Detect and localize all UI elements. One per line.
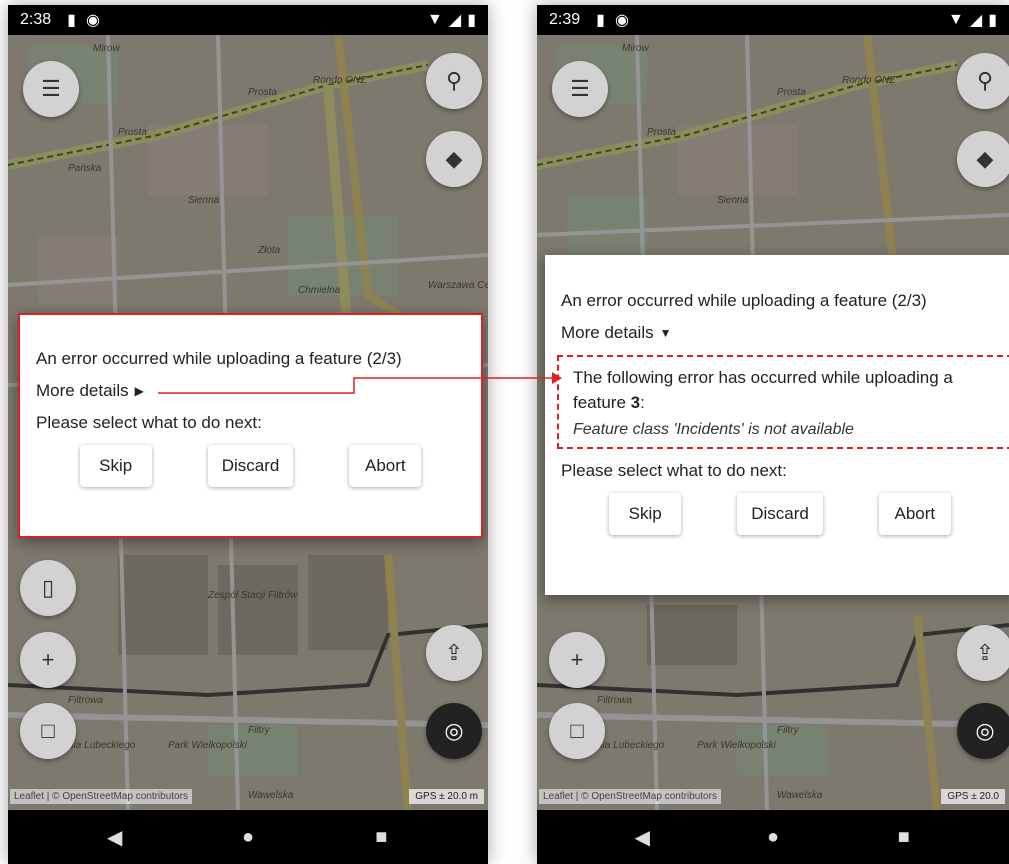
error-message: An error occurred while uploading a feat…: [36, 349, 402, 368]
locate-icon: ◎: [444, 718, 464, 743]
menu-icon: ☰: [41, 76, 61, 101]
vertex-icon: □: [41, 718, 55, 743]
caret-down-icon: ▼: [659, 326, 672, 340]
upload-icon: ⇪: [444, 640, 464, 665]
error-detail-text: The following error has occurred while u…: [573, 365, 997, 415]
feature-number: 3: [630, 393, 641, 412]
more-details-toggle[interactable]: More details ▼: [561, 323, 999, 343]
edit-vertices-button[interactable]: □: [549, 703, 605, 759]
status-time: 2:38: [20, 11, 52, 28]
map-attribution[interactable]: Leaflet | © OpenStreetMap contributors: [10, 789, 192, 804]
locate-icon: ◎: [975, 718, 995, 743]
discard-button[interactable]: Discard: [207, 445, 294, 487]
delete-button[interactable]: ▯: [20, 560, 76, 616]
wifi-icon: ▼: [948, 11, 964, 28]
signal-icon: ◢: [969, 12, 983, 29]
sd-card-icon: ▮: [67, 12, 76, 29]
dialog-actions: Skip Discard Abort: [36, 445, 465, 487]
layers-button[interactable]: ◆: [426, 131, 482, 187]
search-button[interactable]: ⚲: [957, 53, 1009, 109]
home-icon[interactable]: ●: [228, 826, 268, 849]
error-details-panel: The following error has occurred while u…: [557, 355, 1009, 449]
dialog-actions: Skip Discard Abort: [561, 493, 999, 535]
status-time: 2:39: [549, 11, 581, 28]
layers-button[interactable]: ◆: [957, 131, 1009, 187]
discard-button[interactable]: Discard: [737, 493, 823, 535]
phone-screen-left: 2:38 ▮ ◉ ▼ ◢ ▮ Mirow Prosta Prosta Rondo…: [8, 5, 488, 864]
error-detail-suffix: :: [640, 393, 645, 412]
more-details-label: More details: [561, 323, 654, 342]
recents-icon[interactable]: ■: [884, 826, 924, 849]
skip-button[interactable]: Skip: [79, 445, 152, 487]
battery-icon: ▮: [467, 12, 476, 29]
plus-icon: +: [41, 647, 55, 672]
search-button[interactable]: ⚲: [426, 53, 482, 109]
upload-error-dialog: An error occurred while uploading a feat…: [18, 313, 483, 538]
skip-button[interactable]: Skip: [609, 493, 682, 535]
layers-icon: ◆: [976, 146, 994, 171]
status-bar: 2:38 ▮ ◉ ▼ ◢ ▮: [8, 5, 488, 35]
upload-error-dialog: An error occurred while uploading a feat…: [545, 255, 1009, 595]
error-message: An error occurred while uploading a feat…: [561, 291, 927, 310]
menu-button[interactable]: ☰: [552, 61, 608, 117]
add-button[interactable]: +: [549, 632, 605, 688]
phone-screen-right: 2:39 ▮ ◉ ▼ ◢ ▮ Mirow Prosta Prosta Rondo…: [537, 5, 1009, 864]
map-attribution[interactable]: Leaflet | © OpenStreetMap contributors: [539, 789, 721, 804]
recents-icon[interactable]: ■: [361, 826, 401, 849]
more-details-toggle[interactable]: More details ▶: [36, 381, 465, 401]
home-icon[interactable]: ●: [753, 826, 793, 849]
battery-icon: ▮: [988, 12, 997, 29]
signal-icon: ◢: [448, 12, 462, 29]
search-icon: ⚲: [445, 68, 463, 93]
search-icon: ⚲: [976, 68, 994, 93]
upload-button[interactable]: ⇪: [957, 625, 1009, 681]
prompt-text: Please select what to do next:: [561, 461, 787, 480]
sd-card-icon: ▮: [596, 12, 605, 29]
status-bar: 2:39 ▮ ◉ ▼ ◢ ▮: [537, 5, 1009, 35]
edit-vertices-button[interactable]: □: [20, 703, 76, 759]
sync-icon: ◉: [614, 12, 629, 29]
trash-icon: ▯: [41, 575, 55, 600]
back-icon[interactable]: ◀: [95, 825, 135, 850]
wifi-icon: ▼: [427, 11, 443, 28]
upload-button[interactable]: ⇪: [426, 625, 482, 681]
locate-button[interactable]: ◎: [957, 703, 1009, 759]
prompt-text: Please select what to do next:: [36, 413, 262, 432]
error-reason: Feature class 'Incidents' is not availab…: [573, 421, 854, 438]
locate-button[interactable]: ◎: [426, 703, 482, 759]
gps-accuracy: GPS ± 20.0: [941, 789, 1005, 804]
back-icon[interactable]: ◀: [622, 825, 662, 850]
android-nav-bar: ◀ ● ■: [537, 810, 1009, 864]
gps-accuracy: GPS ± 20.0 m: [409, 789, 484, 804]
add-button[interactable]: +: [20, 632, 76, 688]
caret-right-icon: ▶: [134, 384, 144, 398]
abort-button[interactable]: Abort: [878, 493, 951, 535]
sync-icon: ◉: [85, 12, 100, 29]
plus-icon: +: [570, 647, 584, 672]
menu-icon: ☰: [570, 76, 590, 101]
abort-button[interactable]: Abort: [349, 445, 422, 487]
layers-icon: ◆: [445, 146, 463, 171]
android-nav-bar: ◀ ● ■: [8, 810, 488, 864]
more-details-label: More details: [36, 381, 129, 400]
upload-icon: ⇪: [975, 640, 995, 665]
vertex-icon: □: [570, 718, 584, 743]
menu-button[interactable]: ☰: [23, 61, 79, 117]
